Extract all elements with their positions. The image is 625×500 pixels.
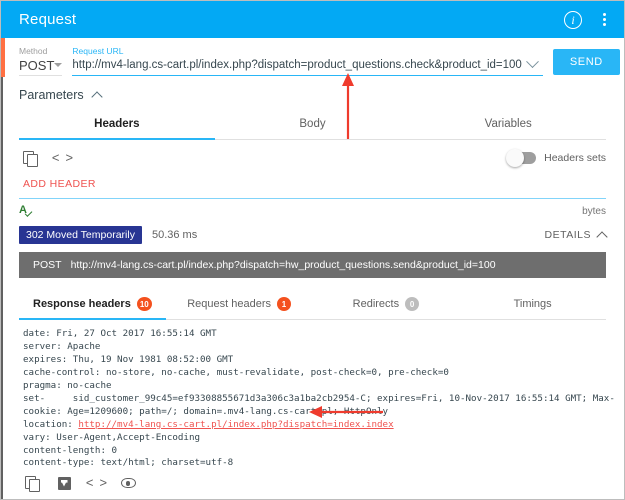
- bottom-toolbar: < >: [3, 467, 624, 499]
- save-icon: [57, 476, 71, 490]
- status-badge: 302 Moved Temporarily: [19, 226, 142, 245]
- request-tabs: Headers Body Variables: [19, 110, 606, 140]
- add-header-button[interactable]: ADD HEADER: [1, 174, 624, 198]
- url-input[interactable]: http://mv4-lang.cs-cart.pl/index.php?dis…: [72, 57, 521, 74]
- copy-icon: [25, 476, 40, 492]
- tab-redirects[interactable]: Redirects 0: [313, 290, 460, 319]
- toggle-knob: [506, 149, 525, 167]
- url-label: Request URL: [72, 46, 124, 56]
- parameters-section-toggle[interactable]: Parameters: [1, 82, 624, 110]
- code-icon: < >: [85, 475, 107, 491]
- tab-request-headers-label: Request headers: [187, 298, 272, 311]
- tab-headers[interactable]: Headers: [19, 110, 215, 140]
- response-headers-content: date: Fri, 27 Oct 2017 16:55:14 GMT serv…: [1, 320, 624, 474]
- response-header-lines: date: Fri, 27 Oct 2017 16:55:14 GMT serv…: [23, 328, 615, 417]
- page-title: Request: [19, 11, 77, 28]
- chevron-up-icon[interactable]: [596, 231, 608, 243]
- bytes-label: bytes: [582, 206, 606, 218]
- method-value: POST: [19, 58, 55, 73]
- method-select[interactable]: POST: [19, 57, 63, 76]
- tab-variables[interactable]: Variables: [410, 110, 606, 139]
- request-window: Request i Method POST Request URL http:/…: [0, 0, 625, 500]
- response-tabs: Response headers 10 Request headers 1 Re…: [19, 290, 606, 321]
- parameters-label: Parameters: [19, 88, 84, 102]
- code-icon: < >: [51, 150, 73, 166]
- left-border: [1, 77, 3, 499]
- copy-response-button[interactable]: [21, 472, 43, 494]
- response-status-row: 302 Moved Temporarily 50.36 ms DETAILS: [1, 223, 624, 250]
- save-response-button[interactable]: [53, 472, 75, 494]
- response-preview-button[interactable]: [117, 472, 139, 494]
- headers-sets-label: Headers sets: [544, 152, 606, 164]
- info-icon[interactable]: i: [564, 10, 582, 29]
- response-headers-count-badge: 10: [136, 297, 152, 312]
- url-field[interactable]: Request URL http://mv4-lang.cs-cart.pl/i…: [72, 46, 543, 76]
- chevron-down-icon: [54, 63, 63, 67]
- tab-body[interactable]: Body: [215, 110, 411, 139]
- response-time: 50.36 ms: [151, 229, 198, 242]
- left-accent-strip: [1, 38, 5, 77]
- copy-headers-button[interactable]: [19, 147, 41, 169]
- redirect-method: POST: [33, 259, 62, 272]
- method-label: Method: [19, 46, 48, 56]
- headers-toolbar: < > Headers sets: [1, 140, 624, 174]
- response-header-lines-after: vary: User-Agent,Accept-Encoding content…: [23, 431, 234, 469]
- chevron-down-icon[interactable]: [525, 54, 539, 68]
- tab-timings[interactable]: Timings: [459, 290, 606, 319]
- chevron-up-icon: [90, 90, 103, 103]
- headers-sets-toggle[interactable]: [506, 149, 537, 167]
- method-field[interactable]: Method POST: [19, 46, 63, 76]
- send-button[interactable]: SEND: [552, 49, 620, 75]
- text-check-icon: A: [19, 204, 35, 219]
- redirects-count-badge: 0: [405, 297, 420, 312]
- response-code-view-button[interactable]: < >: [85, 472, 107, 494]
- redirect-url: http://mv4-lang.cs-cart.pl/index.php?dis…: [70, 259, 496, 272]
- request-headers-count-badge: 1: [277, 297, 292, 312]
- kebab-menu-icon[interactable]: [596, 11, 612, 29]
- tab-response-headers-label: Response headers: [33, 298, 131, 311]
- copy-icon: [23, 151, 38, 167]
- location-header-link[interactable]: http://mv4-lang.cs-cart.pl/index.php?dis…: [78, 419, 393, 430]
- request-url-row: Method POST Request URL http://mv4-lang.…: [1, 38, 624, 82]
- tab-redirects-label: Redirects: [352, 298, 400, 311]
- tab-request-headers[interactable]: Request headers 1: [166, 290, 313, 319]
- headers-code-view-button[interactable]: < >: [51, 147, 73, 169]
- tab-timings-label: Timings: [513, 298, 552, 311]
- title-bar: Request i: [1, 1, 624, 38]
- details-toggle[interactable]: DETAILS: [545, 229, 591, 241]
- redirect-request-bar[interactable]: POST http://mv4-lang.cs-cart.pl/index.ph…: [19, 252, 606, 279]
- eye-icon: [120, 478, 136, 488]
- tab-response-headers[interactable]: Response headers 10: [19, 290, 166, 321]
- location-header-key: location:: [23, 418, 79, 430]
- response-size-row: A bytes: [1, 199, 624, 223]
